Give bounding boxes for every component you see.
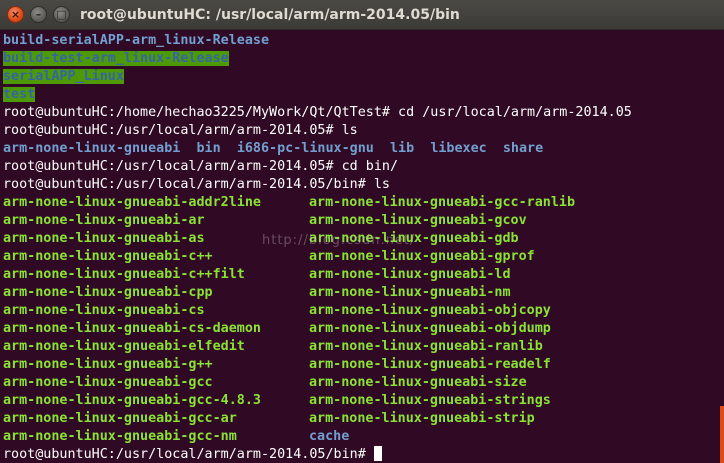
ls-output-line: arm-none-linux-gnueabi-cs arm-none-linux-… [3,302,719,320]
executable-entry: arm-none-linux-gnueabi-readelf [309,357,551,372]
prompt-line[interactable]: root@ubuntuHC:/usr/local/arm/arm-2014.05… [3,446,719,463]
executable-entry: arm-none-linux-gnueabi-gcc-ar [3,411,237,426]
command-line: root@ubuntuHC:/usr/local/arm/arm-2014.05… [3,177,390,192]
executable-entry: arm-none-linux-gnueabi-gcc-4.8.3 [3,393,261,408]
directory-entry: bin [196,141,221,156]
directory-entry: share [502,141,544,156]
terminal-window: × – □ root@ubuntuHC: /usr/local/arm/arm-… [0,0,724,463]
executable-entry: arm-none-linux-gnueabi-objcopy [309,303,551,318]
executable-entry: arm-none-linux-gnueabi-g++ [3,357,213,372]
output-line: build-test-arm_linux-Release [3,50,719,68]
executable-entry: arm-none-linux-gnueabi-strip [309,411,535,426]
command-line: root@ubuntuHC:/usr/local/arm/arm-2014.05… [3,159,399,174]
ls-output-line: arm-none-linux-gnueabi-cs-daemon arm-none… [3,320,719,338]
executable-entry: arm-none-linux-gnueabi-c++filt [3,267,245,282]
ls-output-line: arm-none-linux-gnueabi-ar arm-none-linux-… [3,212,719,230]
output-line: serialAPP_Linux [3,68,719,86]
executable-entry: arm-none-linux-gnueabi-gcov [309,213,527,228]
shell-prompt: root@ubuntuHC:/usr/local/arm/arm-2014.05… [3,447,374,462]
ls-output-line: arm-none-linux-gnueabi-gcc-nm cache [3,428,719,446]
executable-entry: arm-none-linux-gnueabi-cpp [3,285,213,300]
directory-entry: arm-none-linux-gnueabi [3,141,181,156]
command-line: root@ubuntuHC:/home/hechao3225/MyWork/Qt… [3,105,632,120]
executable-entry: arm-none-linux-gnueabi-gprof [309,249,535,264]
directory-entry: build-serialAPP-arm_linux-Release [3,33,270,48]
command-line: root@ubuntuHC:/usr/local/arm/arm-2014.05… [3,123,358,138]
ls-output-line: arm-none-linux-gnueabi-elfedit arm-none-l… [3,338,719,356]
executable-entry: arm-none-linux-gnueabi-gcc [3,375,213,390]
directory-entry-highlighted: build-test-arm_linux-Release [3,51,229,66]
executable-entry: arm-none-linux-gnueabi-elfedit [3,339,245,354]
close-icon[interactable]: × [7,6,24,23]
ls-output-line: arm-none-linux-gnueabi-gcc-4.8.3 arm-none… [3,392,719,410]
directory-entry-highlighted: test [3,87,36,102]
executable-entry: arm-none-linux-gnueabi-cs-daemon [3,321,261,336]
executable-entry: arm-none-linux-gnueabi-ranlib [309,339,543,354]
maximize-icon[interactable]: □ [53,6,70,23]
window-title: root@ubuntuHC: /usr/local/arm/arm-2014.0… [80,7,460,23]
executable-entry: arm-none-linux-gnueabi-cs [3,303,205,318]
executable-entry: arm-none-linux-gnueabi-objdump [309,321,551,336]
ls-output-line: arm-none-linux-gnueabi bin i686-pc-linux… [3,140,719,158]
ls-output-line: arm-none-linux-gnueabi-c++filt arm-none-l… [3,266,719,284]
executable-entry: arm-none-linux-gnueabi-gcc-nm [3,429,237,444]
directory-entry-highlighted: serialAPP_Linux [3,69,124,84]
ls-output-line: arm-none-linux-gnueabi-gcc arm-none-linux… [3,374,719,392]
output-line: build-serialAPP-arm_linux-Release [3,32,719,50]
executable-entry: arm-none-linux-gnueabi-nm [309,285,511,300]
watermark: http://blog.csdn.net/ [262,233,416,248]
directory-entry: lib [390,141,415,156]
minimize-icon[interactable]: – [30,6,47,23]
scrollbar[interactable] [720,406,724,463]
executable-entry: arm-none-linux-gnueabi-ld [309,267,511,282]
executable-entry: arm-none-linux-gnueabi-c++ [3,249,213,264]
executable-entry: arm-none-linux-gnueabi-addr2line [3,195,261,210]
executable-entry: arm-none-linux-gnueabi-size [309,375,527,390]
executable-entry: arm-none-linux-gnueabi-ar [3,213,205,228]
executable-entry: arm-none-linux-gnueabi-gcc-ranlib [309,195,576,210]
ls-output-line: arm-none-linux-gnueabi-addr2line arm-none… [3,194,719,212]
ls-output-line: arm-none-linux-gnueabi-c++ arm-none-linux… [3,248,719,266]
directory-entry: libexec [430,141,487,156]
text-cursor [373,446,382,461]
ls-output-line: arm-none-linux-gnueabi-gcc-ar arm-none-li… [3,410,719,428]
executable-entry: arm-none-linux-gnueabi-strings [309,393,551,408]
output-line: test [3,86,719,104]
ls-output-line: arm-none-linux-gnueabi-g++ arm-none-linux… [3,356,719,374]
directory-entry: cache [309,429,350,444]
ls-output-line: arm-none-linux-gnueabi-cpp arm-none-linux… [3,284,719,302]
title-bar[interactable]: × – □ root@ubuntuHC: /usr/local/arm/arm-… [0,0,724,30]
directory-entry: i686-pc-linux-gnu [236,141,374,156]
